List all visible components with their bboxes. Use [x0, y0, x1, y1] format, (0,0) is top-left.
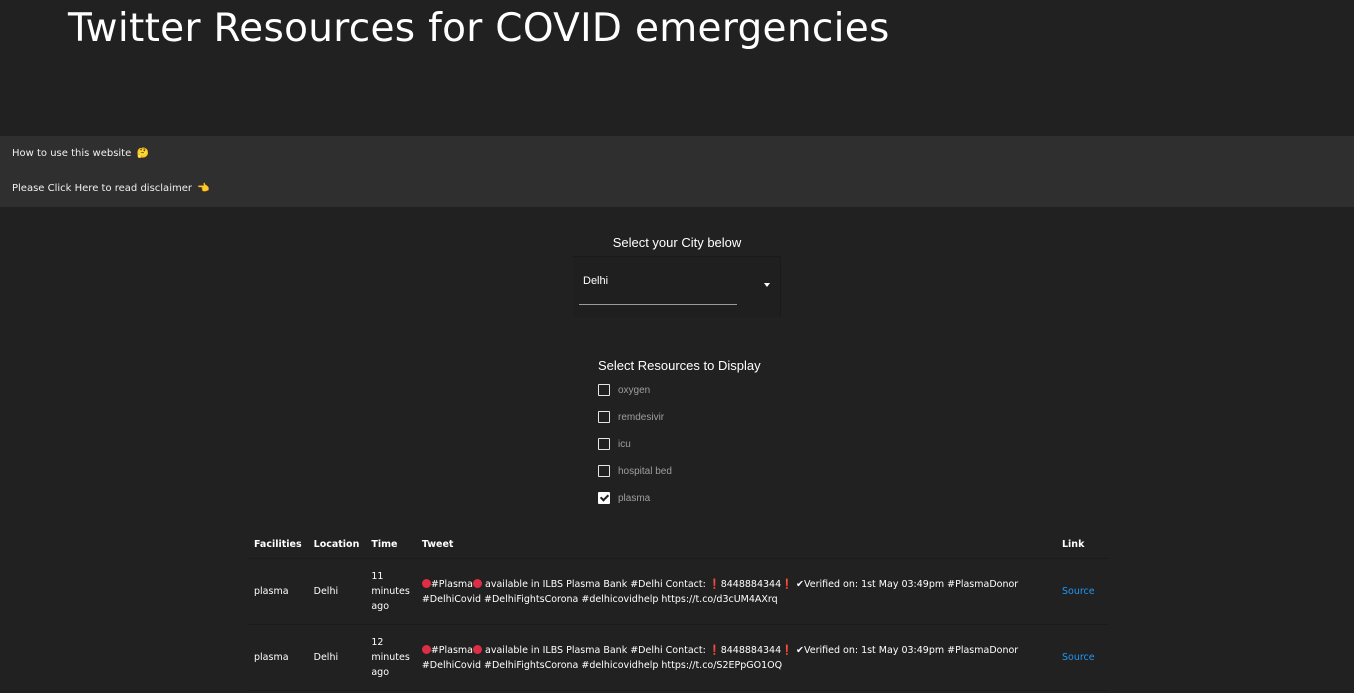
checkbox-box[interactable]	[598, 465, 610, 477]
disclaimer-link[interactable]: Please Click Here to read disclaimer 👈	[12, 183, 210, 194]
exclamation-icon: ❗	[781, 644, 793, 656]
cell-time: 12 minutes ago	[365, 624, 416, 691]
checkbox-label: plasma	[618, 492, 651, 504]
pointing-hand-icon: 👈	[197, 183, 210, 194]
tweet-text: #Plasma	[430, 578, 474, 590]
how-to-use-link[interactable]: How to use this website 🤔	[12, 148, 149, 159]
thinking-face-icon: 🤔	[136, 148, 149, 159]
header-location: Location	[313, 538, 360, 550]
page-header: Twitter Resources for COVID emergencies	[0, 0, 1354, 136]
header-time: Time	[371, 538, 398, 550]
cell-facility: plasma	[248, 558, 308, 625]
checkbox-label: hospital bed	[618, 465, 672, 477]
resources-label: Select Resources to Display	[598, 358, 761, 373]
exclamation-icon: ❗	[708, 578, 721, 590]
cell-tweet: #Plasma available in ILBS Plasma Bank #D…	[415, 558, 1056, 625]
checkbox-box[interactable]	[598, 384, 610, 396]
red-circle-icon	[473, 644, 483, 654]
cell-facility: plasma	[248, 624, 308, 691]
checkbox-plasma[interactable]: plasma	[598, 490, 650, 506]
tweet-text: #Plasma	[430, 644, 474, 656]
cell-location: Delhi	[307, 558, 366, 625]
cell-location: Delhi	[307, 624, 366, 691]
exclamation-icon: ❗	[781, 578, 793, 590]
checkbox-box-checked[interactable]	[598, 492, 610, 504]
table-row: plasma Delhi 11 minutes ago #Plasma avai…	[248, 558, 1108, 625]
checkbox-label: icu	[618, 438, 631, 450]
header-tweet: Tweet	[421, 538, 454, 550]
cell-link: Source	[1056, 558, 1108, 625]
header-link: Link	[1062, 538, 1085, 550]
checkbox-box[interactable]	[598, 438, 610, 450]
checkbox-box[interactable]	[598, 411, 610, 423]
red-circle-icon	[421, 644, 431, 654]
table-row: plasma Delhi 12 minutes ago #Plasma avai…	[248, 624, 1108, 691]
checkbox-icu[interactable]: icu	[598, 436, 631, 452]
city-select-value: Delhi	[583, 275, 609, 287]
city-select-label: Select your City below	[612, 235, 742, 250]
red-circle-icon	[473, 578, 483, 588]
red-circle-icon	[421, 578, 431, 588]
tweet-contact: 8448884344	[720, 578, 782, 590]
header-facilities: Facilities	[254, 538, 302, 550]
page-title: Twitter Resources for COVID emergencies	[68, 6, 890, 51]
source-link[interactable]: Source	[1062, 652, 1095, 663]
tweet-contact: 8448884344	[720, 644, 782, 656]
checkbox-remdesivir[interactable]: remdesivir	[598, 409, 664, 425]
info-bar: How to use this website 🤔 Please Click H…	[0, 136, 1354, 207]
cell-time: 11 minutes ago	[365, 558, 416, 625]
exclamation-icon: ❗	[708, 644, 721, 656]
checkbox-label: oxygen	[618, 384, 651, 396]
select-underline	[579, 304, 737, 305]
cell-tweet: #Plasma available in ILBS Plasma Bank #D…	[415, 624, 1056, 691]
tweet-text: available in ILBS Plasma Bank #Delhi Con…	[482, 578, 709, 590]
disclaimer-label: Please Click Here to read disclaimer	[12, 183, 192, 194]
checkbox-label: remdesivir	[618, 411, 665, 423]
checkbox-hospital-bed[interactable]: hospital bed	[598, 463, 672, 479]
source-link[interactable]: Source	[1062, 586, 1095, 597]
tweet-text: available in ILBS Plasma Bank #Delhi Con…	[482, 644, 709, 656]
city-select[interactable]: Delhi	[573, 256, 781, 317]
how-to-use-label: How to use this website	[12, 148, 132, 159]
checkbox-oxygen[interactable]: oxygen	[598, 382, 650, 398]
table-header-row: Facilities Location Time Tweet Link	[248, 530, 1108, 559]
dropdown-arrow-icon[interactable]	[764, 283, 770, 287]
resources-table: Facilities Location Time Tweet Link plas…	[248, 530, 1108, 691]
cell-link: Source	[1056, 624, 1108, 691]
